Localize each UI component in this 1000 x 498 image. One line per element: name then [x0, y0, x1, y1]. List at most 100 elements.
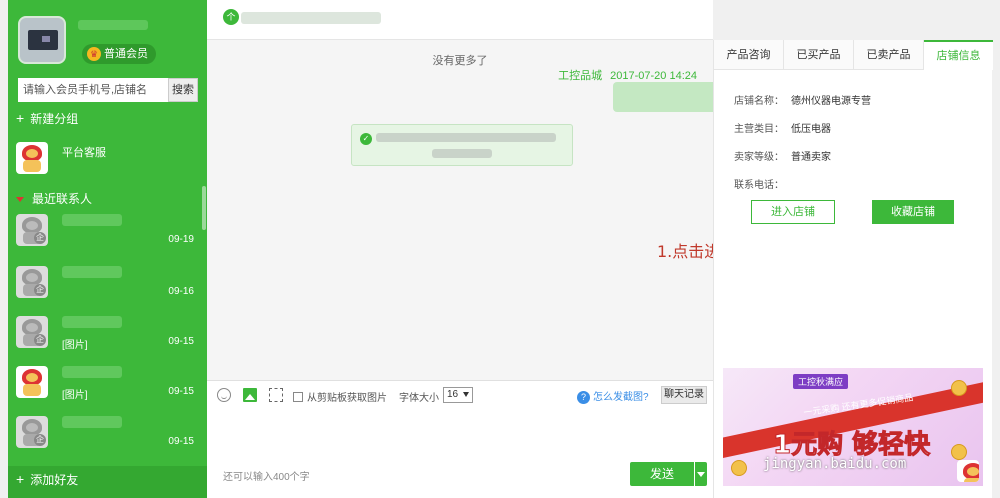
tab-product-inquiry[interactable]: 产品咨询 — [714, 40, 784, 70]
help-link-label: 怎么发截图? — [593, 392, 649, 403]
contact-item[interactable]: [图片] 09-15 — [16, 366, 202, 406]
seller-level-value: 普通卖家 — [791, 152, 831, 163]
chat-panel: 个 没有更多了 工控品城2017-07-20 14:24 ✓ 1.点击进入店铺，… — [207, 0, 880, 498]
clipboard-label: 从剪贴板获取图片 — [307, 393, 387, 404]
contact-name-blurred — [62, 316, 122, 328]
main-category-label: 主营类目： — [734, 124, 784, 135]
message-input[interactable] — [207, 408, 713, 464]
coin-icon — [951, 380, 967, 396]
banner-badge: 工控秋满应 — [793, 374, 849, 389]
add-friend-label: 添加好友 — [30, 473, 79, 487]
check-icon: ✓ — [360, 133, 372, 145]
contact-avatar-icon — [16, 366, 48, 398]
main-category-row: 主营类目： 低压电器 — [734, 120, 831, 135]
font-size-value: 16 — [447, 389, 459, 400]
platform-service-contact[interactable]: 平台客服 — [16, 142, 196, 178]
phone-label: 联系电话： — [734, 180, 784, 191]
sender-name: 工控品城 — [558, 70, 603, 82]
favorite-store-button[interactable]: 收藏店铺 — [872, 200, 954, 224]
search-button[interactable]: 搜索 — [168, 78, 198, 102]
clipboard-checkbox[interactable] — [293, 392, 303, 402]
seller-level-label: 卖家等级： — [734, 152, 784, 163]
notice-text-blurred — [432, 149, 492, 158]
corner-mascot-icon — [957, 460, 979, 482]
screenshot-icon[interactable] — [269, 388, 283, 402]
contact-name-blurred — [62, 266, 122, 278]
mascot-avatar-icon — [16, 142, 48, 174]
character-limit-hint: 还可以输入400个字 — [223, 472, 310, 483]
screenshot-help-link[interactable]: ? 怎么发截图? — [577, 388, 649, 404]
tab-sold-products[interactable]: 已卖产品 — [854, 40, 924, 70]
image-icon[interactable] — [243, 388, 257, 402]
contact-item[interactable]: 企 09-19 — [16, 214, 202, 254]
contact-item[interactable]: 企 09-15 — [16, 416, 202, 456]
store-info-panel: 产品咨询 已买产品 已卖产品 店铺信息 店铺名称： 德州仪器电源专营 主营类目： 低… — [713, 40, 993, 498]
info-tabs: 产品咨询 已买产品 已卖产品 店铺信息 — [714, 40, 993, 70]
contact-date: 09-15 — [168, 436, 194, 447]
store-name-value: 德州仪器电源专营 — [791, 96, 871, 107]
contact-item[interactable]: 企 09-16 — [16, 266, 202, 306]
contact-item[interactable]: 企 [图片] 09-15 — [16, 316, 202, 356]
send-button[interactable]: 发送 — [630, 462, 694, 486]
platform-service-label: 平台客服 — [62, 147, 106, 159]
crown-icon: ♛ — [87, 47, 101, 61]
search-input[interactable] — [18, 78, 168, 102]
contact-date: 09-15 — [168, 386, 194, 397]
banner-watermark: jingyan.baidu.com — [763, 456, 907, 472]
message-sender-line: 工控品城 2017-07-20 14:24 — [558, 67, 697, 83]
new-group-button[interactable]: + 新建分组 — [16, 110, 78, 127]
no-more-messages[interactable]: 没有更多了 — [207, 52, 713, 68]
user-avatar[interactable] — [18, 16, 66, 64]
coin-icon — [731, 460, 747, 476]
member-level-badge: ♛ 普通会员 — [82, 44, 156, 64]
chat-partner-avatar: 个 — [223, 9, 239, 25]
font-size-label: 字体大小 — [399, 393, 439, 404]
system-notice-card: ✓ — [351, 124, 573, 166]
enter-store-button[interactable]: 进入店铺 — [751, 200, 835, 224]
send-options-dropdown[interactable] — [695, 462, 707, 486]
outgoing-message-bubble — [613, 82, 723, 112]
compose-toolbar: 从剪贴板获取图片 字体大小 16 ? 怎么发截图? 聊天记录 — [207, 380, 713, 408]
plus-icon: + — [16, 471, 25, 487]
chat-partner-name-blurred — [241, 12, 381, 24]
contact-name-blurred — [62, 416, 122, 428]
message-timestamp: 2017-07-20 14:24 — [610, 70, 697, 82]
caret-down-icon — [16, 197, 24, 203]
coin-icon — [951, 444, 967, 460]
contact-name-blurred — [62, 366, 122, 378]
contacts-sidebar: ♛ 普通会员 搜索 + 新建分组 平台客服 最近联系人 企 09-19 企 09-… — [8, 0, 207, 498]
promo-banner[interactable]: 工控秋满应 一元采购 还有更多促销商品 1元购 够轻快 jingyan.baid… — [723, 368, 983, 486]
contact-search: 搜索 — [18, 78, 198, 102]
tab-store-info[interactable]: 店铺信息 — [924, 40, 993, 70]
notice-text-blurred — [376, 133, 556, 142]
contact-date: 09-19 — [168, 234, 194, 245]
user-nickname-blurred — [78, 20, 148, 30]
emoji-icon[interactable] — [217, 388, 231, 402]
main-category-value: 低压电器 — [791, 124, 831, 135]
contacts-scrollbar[interactable] — [202, 186, 206, 230]
store-name-label: 店铺名称： — [734, 96, 784, 107]
recent-contacts-label: 最近联系人 — [32, 192, 93, 206]
seller-level-row: 卖家等级： 普通卖家 — [734, 148, 831, 163]
contact-last-message: [图片] — [62, 390, 88, 401]
font-size-select[interactable]: 16 — [443, 387, 473, 403]
contact-avatar-icon: 企 — [16, 266, 48, 298]
clipboard-image-option[interactable]: 从剪贴板获取图片 — [293, 389, 387, 404]
new-group-label: 新建分组 — [30, 112, 79, 126]
chat-header: 个 — [207, 0, 713, 40]
contact-date: 09-16 — [168, 286, 194, 297]
add-friend-button[interactable]: + 添加好友 — [8, 466, 207, 498]
question-icon: ? — [577, 391, 590, 404]
contact-name-blurred — [62, 214, 122, 226]
store-name-row: 店铺名称： 德州仪器电源专营 — [734, 92, 871, 107]
dropdown-arrow-icon — [463, 392, 469, 397]
tab-bought-products[interactable]: 已买产品 — [784, 40, 854, 70]
contact-avatar-icon: 企 — [16, 214, 48, 246]
phone-row: 联系电话： — [734, 176, 784, 191]
contact-date: 09-15 — [168, 336, 194, 347]
contact-last-message: [图片] — [62, 340, 88, 351]
chat-history-button[interactable]: 聊天记录 — [661, 386, 707, 404]
plus-icon: + — [16, 110, 25, 126]
recent-contacts-header[interactable]: 最近联系人 — [16, 190, 92, 207]
contact-avatar-icon: 企 — [16, 416, 48, 448]
